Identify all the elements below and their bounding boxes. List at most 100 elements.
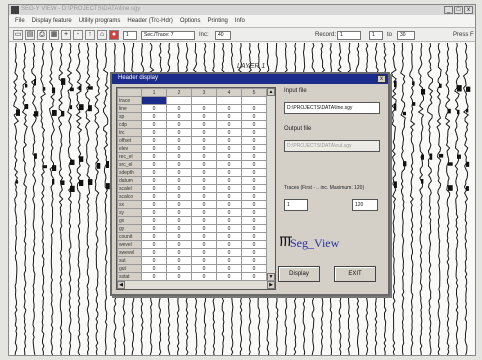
- grid-cell[interactable]: 0: [166, 184, 192, 193]
- grid-cell[interactable]: 0: [216, 256, 242, 265]
- horizontal-scrollbar[interactable]: ◀ ▶: [117, 280, 275, 289]
- grid-cell[interactable]: 0: [141, 264, 167, 273]
- grid-cell[interactable]: 0: [241, 168, 267, 177]
- grid-cell[interactable]: 0: [191, 248, 217, 257]
- grid-cell[interactable]: 0: [191, 240, 217, 249]
- grid-cell[interactable]: 0: [166, 104, 192, 113]
- scroll-left-icon[interactable]: ◀: [117, 281, 125, 289]
- grid-row-header[interactable]: sdepth: [117, 168, 142, 177]
- grid-row-header[interactable]: gut: [117, 264, 142, 273]
- grid-cell[interactable]: 0: [241, 112, 267, 121]
- grid-row-header[interactable]: sp: [117, 112, 142, 121]
- grid-cell[interactable]: 0: [191, 256, 217, 265]
- grid-cell[interactable]: 0: [216, 144, 242, 153]
- save-icon[interactable]: ▤: [25, 30, 35, 40]
- grid-row-header[interactable]: datum: [117, 176, 142, 185]
- grid-cell[interactable]: 0: [141, 144, 167, 153]
- grid-cell[interactable]: 0: [141, 128, 167, 137]
- grid-cell[interactable]: 0: [191, 136, 217, 145]
- grid-cell[interactable]: 0: [191, 200, 217, 209]
- menu-utility-programs[interactable]: Utility programs: [79, 16, 121, 26]
- grid-cell[interactable]: 0: [191, 120, 217, 129]
- grid-cell[interactable]: 0: [166, 176, 192, 185]
- zoom-in-icon[interactable]: +: [61, 30, 71, 40]
- grid-cell[interactable]: 0: [141, 152, 167, 161]
- scroll-right-icon[interactable]: ▶: [267, 281, 275, 289]
- grid-cell[interactable]: 0: [141, 160, 167, 169]
- grid-cell[interactable]: 0: [241, 232, 267, 241]
- scroll-up-icon[interactable]: ▲: [267, 88, 275, 96]
- grid-cell[interactable]: 0: [216, 264, 242, 273]
- grid-cell[interactable]: 0: [191, 104, 217, 113]
- grid-cell[interactable]: 0: [141, 232, 167, 241]
- maximize-button[interactable]: □: [454, 6, 463, 14]
- grid-cell[interactable]: 0: [216, 208, 242, 217]
- grid-cell[interactable]: 0: [241, 176, 267, 185]
- zoom-out-icon[interactable]: -: [73, 30, 83, 40]
- grid-row-header[interactable]: trc: [117, 128, 142, 137]
- output-file-field[interactable]: D:\PROJECTS\DATA\out.sgy: [284, 140, 380, 152]
- grid-cell[interactable]: 0: [141, 104, 167, 113]
- open-icon[interactable]: ▭: [13, 30, 23, 40]
- grid-cell[interactable]: 0: [241, 240, 267, 249]
- grid-cell[interactable]: 0: [216, 232, 242, 241]
- grid-cell[interactable]: 0: [141, 248, 167, 257]
- grid-row-header[interactable]: line: [117, 104, 142, 113]
- grid-cell[interactable]: 0: [166, 224, 192, 233]
- grid-cell[interactable]: 0: [241, 136, 267, 145]
- grid-cell[interactable]: 0: [241, 160, 267, 169]
- grid-row-header[interactable]: cdp: [117, 120, 142, 129]
- grid-cell[interactable]: 0: [216, 112, 242, 121]
- grid-cell[interactable]: 0: [141, 240, 167, 249]
- grid-cell[interactable]: 0: [191, 168, 217, 177]
- menu-info[interactable]: Info: [235, 16, 245, 26]
- grid-cell[interactable]: [241, 96, 267, 105]
- grid-row-header[interactable]: trace: [117, 96, 142, 105]
- grid-cell[interactable]: 0: [191, 128, 217, 137]
- grid-cell[interactable]: 0: [216, 200, 242, 209]
- close-button[interactable]: x: [464, 6, 473, 14]
- grid-row-header[interactable]: gy: [117, 224, 142, 233]
- traces-first-field[interactable]: 1: [284, 199, 308, 211]
- grid-cell[interactable]: 0: [166, 144, 192, 153]
- grid-cell[interactable]: 0: [141, 168, 167, 177]
- grid-column-header[interactable]: 4: [216, 88, 242, 97]
- grid-column-header[interactable]: [117, 88, 142, 97]
- grid-cell[interactable]: 0: [191, 176, 217, 185]
- grid-cell[interactable]: 0: [191, 184, 217, 193]
- grid-cell[interactable]: 0: [141, 120, 167, 129]
- print-icon[interactable]: ⎙: [37, 30, 47, 40]
- record-mid-field[interactable]: 1: [369, 31, 383, 40]
- traces-max-field[interactable]: 120: [352, 199, 378, 211]
- grid-cell[interactable]: 0: [166, 168, 192, 177]
- menu-options[interactable]: Options: [180, 16, 201, 26]
- grid-cell[interactable]: 0: [241, 216, 267, 225]
- grid-row-header[interactable]: gx: [117, 216, 142, 225]
- header-grid[interactable]: 12345 trace line 0 0 0 0 0 sp 0 0 0 0 0 cdp 0 0 0 0 0 trc 0 0…: [116, 87, 276, 290]
- grid-row-header[interactable]: swevel: [117, 248, 142, 257]
- grid-cell[interactable]: 0: [241, 224, 267, 233]
- grid-cell[interactable]: 0: [216, 104, 242, 113]
- inc-field[interactable]: 40: [215, 31, 231, 40]
- grid-cell[interactable]: 0: [191, 144, 217, 153]
- menu-file[interactable]: File: [15, 16, 25, 26]
- grid-cell[interactable]: 0: [141, 216, 167, 225]
- time-select[interactable]: Sec./Trace: 7: [141, 31, 195, 40]
- grid-cell[interactable]: 0: [166, 240, 192, 249]
- grid-cell[interactable]: 0: [191, 264, 217, 273]
- grid-cell[interactable]: 0: [241, 128, 267, 137]
- grid-cell[interactable]: 0: [141, 184, 167, 193]
- grid-cell[interactable]: 0: [141, 136, 167, 145]
- grid-cell[interactable]: 0: [216, 192, 242, 201]
- home-icon[interactable]: ⌂: [97, 30, 107, 40]
- grid-cell[interactable]: 0: [141, 208, 167, 217]
- grid-row-header[interactable]: elev: [117, 144, 142, 153]
- grid-cell[interactable]: 0: [191, 216, 217, 225]
- input-file-field[interactable]: D:\PROJECTS\DATA\line.sgy: [284, 102, 380, 114]
- grid-cell[interactable]: [141, 96, 167, 105]
- grid-cell[interactable]: 0: [191, 112, 217, 121]
- grid-cell[interactable]: 0: [166, 192, 192, 201]
- grid-column-header[interactable]: 1: [141, 88, 167, 97]
- grid-row-header[interactable]: scalco: [117, 192, 142, 201]
- record-from-field[interactable]: 1: [337, 31, 361, 40]
